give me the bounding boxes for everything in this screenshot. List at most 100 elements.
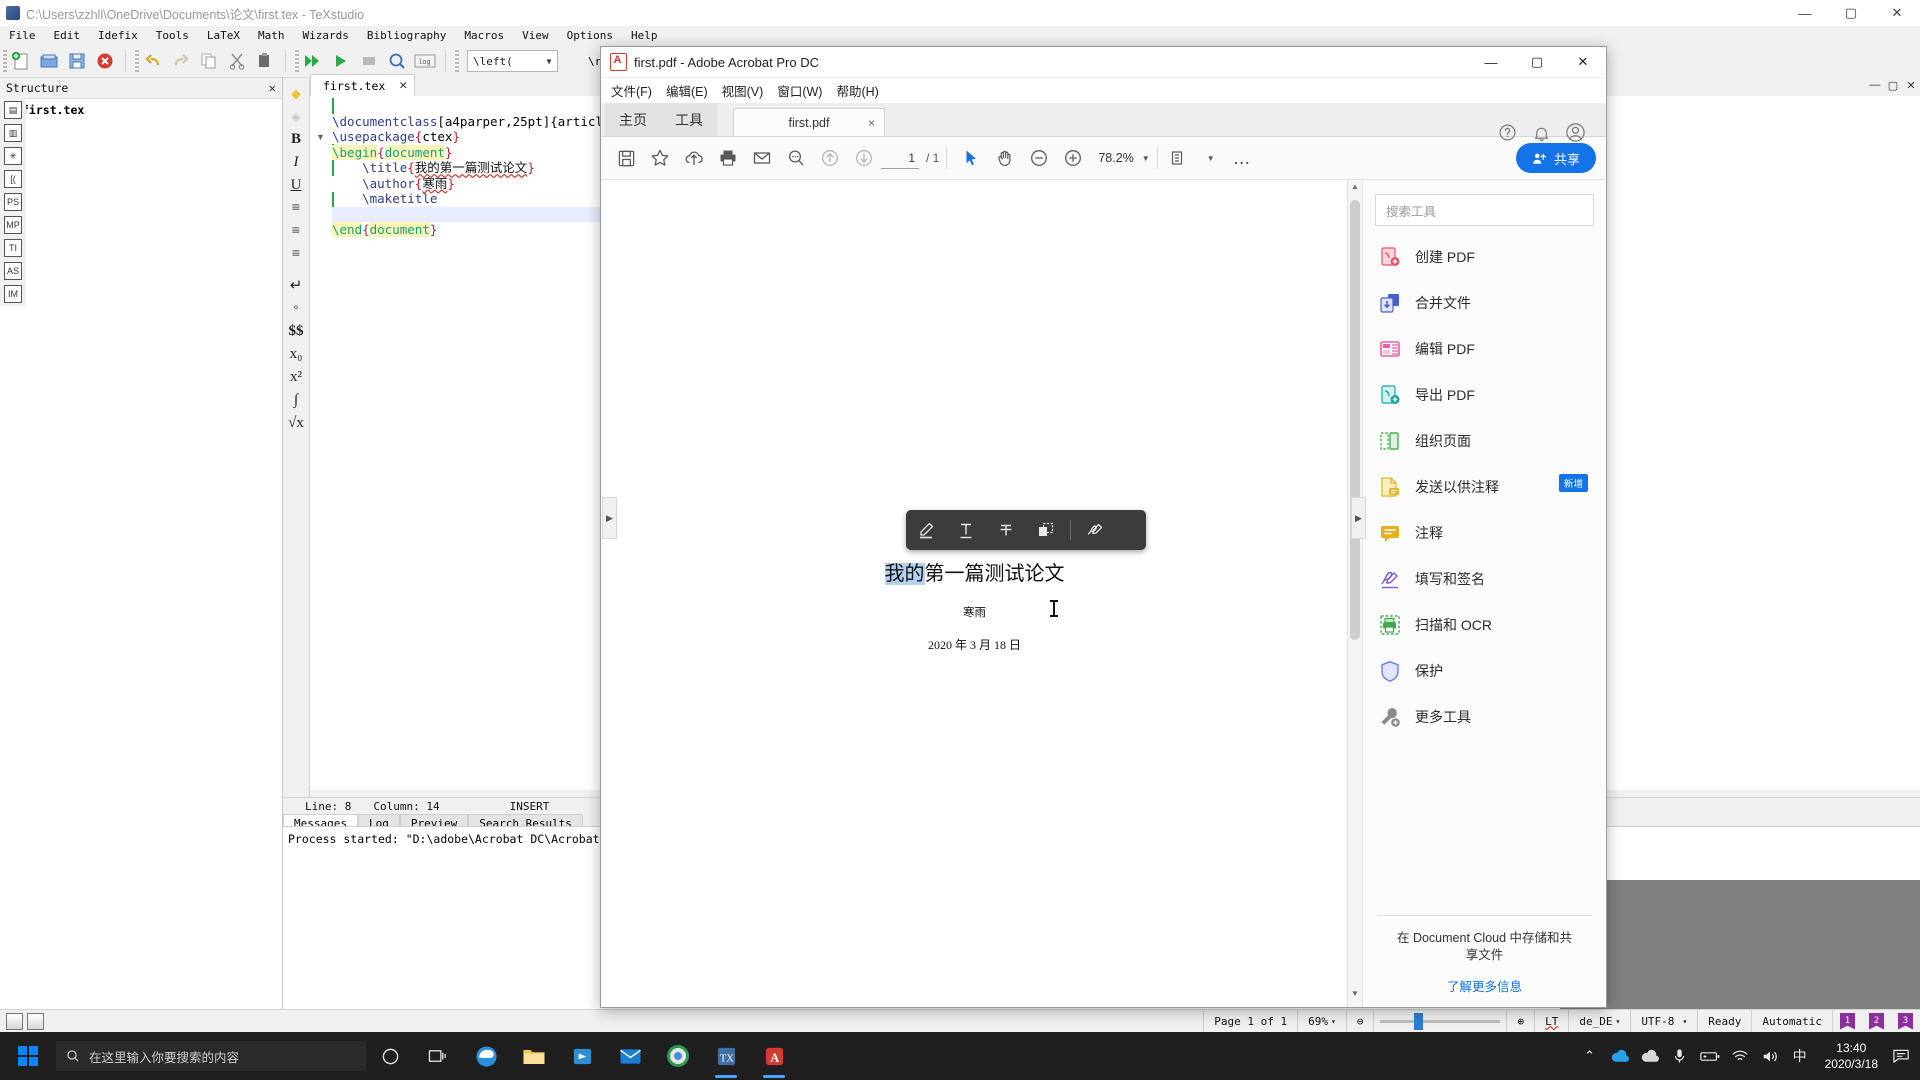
status-encoding[interactable]: UTF-8▾ (1630, 1010, 1697, 1032)
help-icon[interactable] (1490, 115, 1524, 149)
underline-icon[interactable]: U (283, 174, 309, 197)
toolbar-drag-handle-4[interactable] (455, 50, 459, 72)
acrobat-menu-view[interactable]: 视图(V) (722, 81, 764, 100)
cloud-icon[interactable] (1635, 1032, 1665, 1080)
acrobat-minimize-button[interactable]: — (1468, 47, 1514, 77)
menu-wizards[interactable]: Wizards (294, 29, 358, 42)
acrobat-menu-edit[interactable]: 编辑(E) (666, 81, 708, 100)
symbols-view-icon[interactable]: ✳ (1, 145, 25, 167)
save-document-icon[interactable] (64, 48, 90, 74)
open-document-icon[interactable] (36, 48, 62, 74)
pdf-document-view[interactable]: 我的第一篇测试论文 寒雨 2020 年 3 月 18 日 ▲ ▼ (601, 180, 1363, 1007)
battery-icon[interactable] (1695, 1032, 1725, 1080)
page-number-input[interactable]: 1 (881, 148, 919, 169)
copy-icon[interactable] (1026, 510, 1066, 550)
symbols-tt-icon[interactable]: TI (1, 237, 25, 259)
zoom-level-value[interactable]: 78.2% (1098, 151, 1133, 165)
ime-chinese-icon[interactable]: 中 (1785, 1032, 1815, 1080)
menu-bibliography[interactable]: Bibliography (358, 29, 455, 42)
strikethrough-text-icon[interactable] (986, 510, 1026, 550)
sidebar-footer-link[interactable]: 了解更多信息 (1363, 976, 1606, 995)
toolbar-drag-handle-3[interactable] (295, 50, 299, 72)
placeholder-icon[interactable]: ◆ (283, 82, 309, 105)
preview-zoom-status[interactable]: 69%▾ (1297, 1010, 1346, 1032)
task-view-icon[interactable] (414, 1032, 462, 1080)
next-page-icon[interactable] (847, 141, 881, 175)
save-icon[interactable] (609, 141, 643, 175)
volume-icon[interactable] (1755, 1032, 1785, 1080)
toggle-messages-view-icon[interactable] (27, 1013, 44, 1030)
microphone-icon[interactable] (1665, 1032, 1695, 1080)
page-fit-chevron-down-icon[interactable]: ▼ (1207, 154, 1215, 163)
pdf-vertical-scrollbar[interactable]: ▲ ▼ (1347, 180, 1362, 1007)
scroll-up-arrow-icon[interactable]: ▲ (1348, 182, 1362, 198)
taskbar-search-input[interactable]: 在这里输入你要搜索的内容 (56, 1041, 366, 1071)
copy-icon[interactable] (196, 48, 222, 74)
undo-icon[interactable] (140, 48, 166, 74)
highlight-icon[interactable] (906, 510, 946, 550)
menu-math[interactable]: Math (249, 29, 294, 42)
pdf-preview-pane[interactable]: 第一篇测试论文 寒雨 20 年 3 月 18 日 1 (1560, 96, 1920, 790)
cloud-upload-icon[interactable] (677, 141, 711, 175)
symbols-mp-icon[interactable]: MP (1, 214, 25, 236)
preview-close-icon[interactable]: ✕ (1902, 76, 1920, 94)
tool-fill-and-sign[interactable]: 填写和签名 (1363, 556, 1606, 602)
zoom-in-icon[interactable] (1056, 141, 1090, 175)
preview-zoom-slider[interactable] (1373, 1010, 1506, 1032)
symbols-bracket-icon[interactable]: [( (1, 168, 25, 190)
acrobat-icon[interactable]: A (750, 1032, 798, 1080)
star-icon[interactable] (643, 141, 677, 175)
select-tool-icon[interactable] (954, 141, 988, 175)
taskbar-clock[interactable]: 13:40 2020/3/18 (1815, 1040, 1888, 1072)
menu-file[interactable]: File (0, 29, 45, 42)
italic-icon[interactable]: I (283, 151, 309, 174)
symbols-im-icon[interactable]: IM (1, 283, 25, 305)
preview-zoom-out-icon[interactable]: ⊖ (1346, 1010, 1374, 1032)
acrobat-menu-file[interactable]: 文件(F) (611, 81, 652, 100)
symbols-as-icon[interactable]: AS (1, 260, 25, 282)
cut-icon[interactable] (224, 48, 250, 74)
align-center-icon[interactable]: ≡ (283, 220, 309, 243)
tool-edit-pdf[interactable]: 编辑 PDF (1363, 326, 1606, 372)
mail-icon[interactable] (606, 1032, 654, 1080)
menu-latex[interactable]: LaTeX (198, 29, 249, 42)
left-panel-expand-icon[interactable]: ▶ (602, 497, 617, 539)
fold-arrow-icon[interactable]: ▼ (316, 132, 325, 142)
structure-view-icon[interactable]: ▤ (1, 99, 25, 121)
preview-minimize-icon[interactable]: — (1866, 76, 1884, 94)
find-icon[interactable] (779, 141, 813, 175)
tab-document-first-pdf[interactable]: first.pdf × (733, 108, 885, 136)
left-delimiter-combo[interactable]: \left( ▼ (467, 50, 558, 72)
user-avatar-icon[interactable] (1558, 115, 1592, 149)
scrollbar-thumb[interactable] (1350, 200, 1360, 640)
previous-page-icon[interactable] (813, 141, 847, 175)
subscript-icon[interactable]: x₀ (283, 343, 309, 366)
cortana-icon[interactable] (366, 1032, 414, 1080)
bell-icon[interactable] (1524, 115, 1558, 149)
tool-comment[interactable]: 注释 (1363, 510, 1606, 556)
right-panel-collapse-icon[interactable]: ▶ (1351, 497, 1366, 539)
texstudio-icon[interactable]: TX (702, 1032, 750, 1080)
chrome-icon[interactable] (654, 1032, 702, 1080)
bold-icon[interactable]: B (283, 128, 309, 151)
wifi-icon[interactable] (1725, 1032, 1755, 1080)
zoom-chevron-down-icon[interactable]: ▼ (1142, 154, 1150, 163)
document-tab-close-icon[interactable]: × (868, 116, 875, 130)
notifications-icon[interactable] (1888, 1032, 1914, 1080)
preview-maximize-icon[interactable]: ▢ (1884, 76, 1902, 94)
menu-view[interactable]: View (513, 29, 558, 42)
newline-icon[interactable]: ↵ (283, 274, 309, 297)
menu-edit[interactable]: Edit (45, 29, 90, 42)
tool-protect[interactable]: 保护 (1363, 648, 1606, 694)
acrobat-menu-window[interactable]: 窗口(W) (777, 81, 822, 100)
toolbar-drag-handle-2[interactable] (135, 50, 139, 72)
tool-more-tools[interactable]: 更多工具 (1363, 694, 1606, 740)
email-icon[interactable] (745, 141, 779, 175)
texstudio-minimize-button[interactable]: — (1782, 0, 1828, 26)
preview-zoom-in-icon[interactable]: ⊕ (1506, 1010, 1534, 1032)
store-icon[interactable] (558, 1032, 606, 1080)
superscript-icon[interactable]: x² (283, 366, 309, 389)
redo-icon[interactable] (168, 48, 194, 74)
acrobat-maximize-button[interactable]: ▢ (1514, 47, 1560, 77)
acrobat-menu-help[interactable]: 帮助(H) (836, 81, 878, 100)
